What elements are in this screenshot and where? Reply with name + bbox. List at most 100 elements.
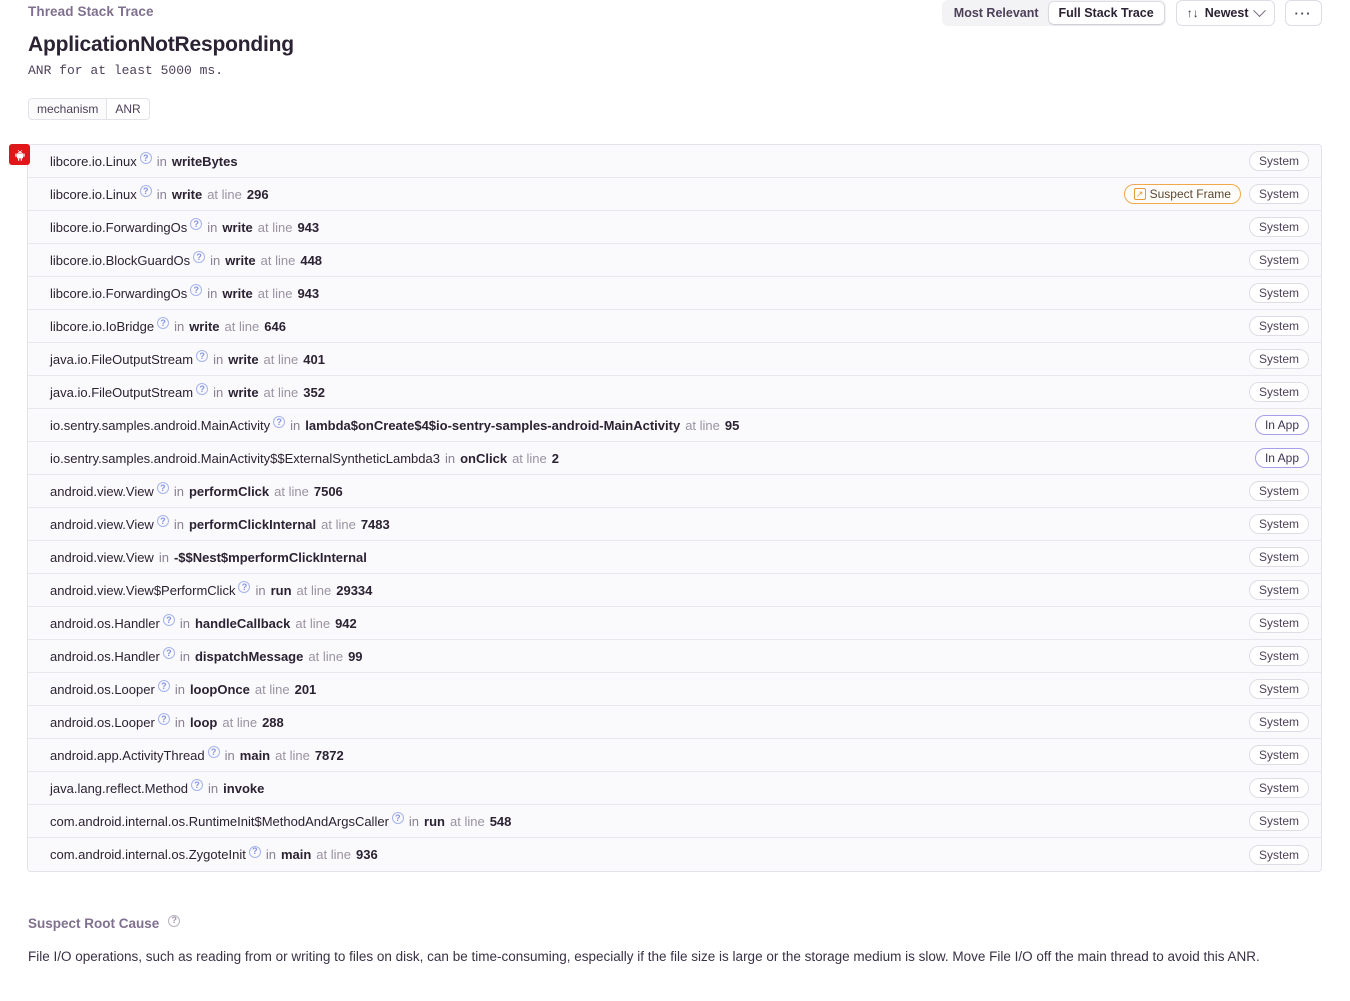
frame-badges: System <box>1248 844 1309 865</box>
question-mark-circle-icon[interactable]: ? <box>190 284 203 296</box>
suspect-frame-label: Suspect Frame <box>1149 187 1231 201</box>
question-mark-circle-icon[interactable]: ? <box>193 251 206 263</box>
frame-in-label: in <box>208 780 219 796</box>
frame-module: io.sentry.samples.android.MainActivity$$… <box>50 450 440 466</box>
stack-frame-row[interactable]: io.sentry.samples.android.MainActivity? i… <box>28 409 1321 442</box>
question-mark-circle-icon[interactable]: ? <box>391 812 404 824</box>
question-mark-circle-icon[interactable]: ? <box>156 482 169 494</box>
frame-badges: System <box>1248 481 1309 501</box>
stack-frame-row[interactable]: libcore.io.IoBridge? in write at line 646 Sys… <box>28 310 1321 343</box>
frame-function: performClick <box>188 483 270 499</box>
system-badge: System <box>1248 481 1309 501</box>
tab-most-relevant[interactable]: Most Relevant <box>944 2 1049 24</box>
stack-frame-row[interactable]: android.os.Looper? in loop at line 288 System <box>28 706 1321 739</box>
suspect-root-cause-label: Suspect Root Cause <box>28 916 160 931</box>
frame-line-number: 646 <box>264 318 286 334</box>
stack-frame-row[interactable]: android.view.View? in performClickInternal… <box>28 508 1321 541</box>
frame-at-line-label: at line <box>685 417 720 433</box>
stack-frame-row[interactable]: android.os.Handler? in handleCallback at li… <box>28 607 1321 640</box>
stack-frame-text: io.sentry.samples.android.MainActivity$$… <box>50 451 559 466</box>
section-header: Thread Stack Trace Most Relevant Full St… <box>0 0 1350 30</box>
system-badge: System <box>1248 646 1309 666</box>
frame-function: lambda$onCreate$4$io-sentry-samples-andr… <box>305 417 681 433</box>
stack-frame-row[interactable]: java.lang.reflect.Method? in invoke System <box>28 772 1321 805</box>
stack-frame-row[interactable]: android.os.Handler? in dispatchMessage at l… <box>28 640 1321 673</box>
stack-frame-row[interactable]: android.view.View in -$$Nest$mperformClick… <box>28 541 1321 574</box>
stack-frame-row[interactable]: libcore.io.BlockGuardOs? in write at line 44… <box>28 244 1321 277</box>
frame-line-number: 288 <box>262 714 284 730</box>
stack-frame-row[interactable]: android.app.ActivityThread? in main at line… <box>28 739 1321 772</box>
stack-frame-row[interactable]: libcore.io.Linux? in write at line 296 ↗ Suspe… <box>28 178 1321 211</box>
frame-at-line-label: at line <box>257 285 293 301</box>
question-mark-circle-icon[interactable]: ? <box>157 713 170 725</box>
frame-function: writeBytes <box>171 153 238 169</box>
question-mark-circle-icon[interactable]: ? <box>238 581 251 593</box>
stack-frame-text: libcore.io.ForwardingOs? in write at line 94… <box>50 218 319 235</box>
frame-function: run <box>270 582 292 598</box>
frame-function: write <box>228 351 259 367</box>
system-badge: System <box>1248 382 1309 402</box>
frame-line-number: 2 <box>551 450 559 466</box>
question-mark-circle-icon[interactable]: ? <box>156 515 169 527</box>
question-mark-circle-icon[interactable]: ? <box>162 647 175 659</box>
system-badge: System <box>1248 778 1309 798</box>
stack-frame-row[interactable]: libcore.io.Linux? in writeBytes System <box>28 145 1321 178</box>
frame-in-label: in <box>179 648 190 664</box>
stack-frame-row[interactable]: android.os.Looper? in loopOnce at line 201 Sy… <box>28 673 1321 706</box>
question-mark-circle-icon[interactable]: ? <box>196 383 209 395</box>
question-mark-circle-icon[interactable]: ? <box>191 779 204 791</box>
question-mark-circle-icon[interactable]: ? <box>162 614 175 626</box>
frame-badges: System <box>1248 745 1309 765</box>
question-mark-circle-icon[interactable]: ? <box>248 845 261 858</box>
question-mark-circle-icon[interactable]: ? <box>157 317 170 329</box>
frame-line-number: 352 <box>303 384 325 400</box>
frame-at-line-label: at line <box>274 483 309 499</box>
stack-frame-text: android.os.Handler? in dispatchMessage at l… <box>50 647 363 664</box>
stack-frame-text: android.os.Handler? in handleCallback at li… <box>50 614 357 631</box>
frame-line-number: 936 <box>356 847 378 862</box>
stack-frame-row[interactable]: java.io.FileOutputStream? in write at line 3… <box>28 376 1321 409</box>
question-mark-circle-icon[interactable]: ? <box>157 680 170 692</box>
android-platform-icon <box>9 144 30 165</box>
frame-line-number: 7483 <box>360 516 390 532</box>
stack-frame-text: libcore.io.Linux? in writeBytes <box>50 152 238 169</box>
stack-frame-text: libcore.io.IoBridge? in write at line 646 <box>50 317 286 334</box>
frame-line-number: 201 <box>294 681 317 697</box>
stack-frame-row[interactable]: com.android.internal.os.ZygoteInit? in mai… <box>28 838 1321 871</box>
sort-dropdown[interactable]: ↑↓ Newest <box>1175 0 1275 26</box>
stack-frame-row[interactable]: android.view.View$PerformClick? in run at l… <box>28 574 1321 607</box>
stack-frame-row[interactable]: io.sentry.samples.android.MainActivity$$… <box>28 442 1321 475</box>
stack-frame-row[interactable]: android.view.View? in performClick at line 7… <box>28 475 1321 508</box>
frame-line-number: 296 <box>246 186 269 202</box>
tab-full-stack-trace[interactable]: Full Stack Trace <box>1048 2 1164 24</box>
suspect-frame-badge[interactable]: ↗ Suspect Frame <box>1123 184 1241 204</box>
frame-in-label: in <box>174 318 185 334</box>
overflow-menu-button[interactable]: ··· <box>1284 0 1322 26</box>
question-mark-circle-icon[interactable]: ? <box>139 185 152 197</box>
question-mark-circle-icon[interactable]: ? <box>273 416 286 428</box>
frame-function: dispatchMessage <box>194 648 304 664</box>
stack-frame-text: io.sentry.samples.android.MainActivity? i… <box>50 416 739 433</box>
frame-module: libcore.io.ForwardingOs <box>50 219 188 235</box>
question-mark-circle-icon[interactable]: ? <box>196 350 209 362</box>
frame-line-number: 943 <box>297 285 320 301</box>
in-app-badge: In App <box>1254 448 1309 468</box>
question-mark-circle-icon[interactable]: ? <box>168 914 181 927</box>
question-mark-circle-icon[interactable]: ? <box>139 152 152 164</box>
question-mark-circle-icon[interactable]: ? <box>207 746 220 758</box>
question-mark-circle-icon[interactable]: ? <box>190 218 203 230</box>
stack-frame-text: android.app.ActivityThread? in main at line… <box>50 746 344 763</box>
stack-frame-row[interactable]: libcore.io.ForwardingOs? in write at line 94… <box>28 211 1321 244</box>
tag-mechanism[interactable]: mechanism ANR <box>28 98 150 120</box>
stack-frame-row[interactable]: com.android.internal.os.RuntimeInit$Meth… <box>28 805 1321 838</box>
stack-frame-row[interactable]: libcore.io.ForwardingOs? in write at line 94… <box>28 277 1321 310</box>
stack-frame-text: android.view.View in -$$Nest$mperformClick… <box>50 550 367 565</box>
stack-frame-row[interactable]: java.io.FileOutputStream? in write at line 4… <box>28 343 1321 376</box>
external-link-box-icon: ↗ <box>1133 188 1146 200</box>
system-badge: System <box>1248 349 1309 369</box>
tag-list: mechanism ANR <box>28 98 150 120</box>
frame-module: libcore.io.IoBridge <box>50 318 155 334</box>
stack-trace-mode-segmented-control[interactable]: Most Relevant Full Stack Trace <box>941 0 1166 26</box>
issue-subtitle: ANR for at least 5000 ms. <box>28 63 224 78</box>
system-badge: System <box>1248 712 1309 732</box>
